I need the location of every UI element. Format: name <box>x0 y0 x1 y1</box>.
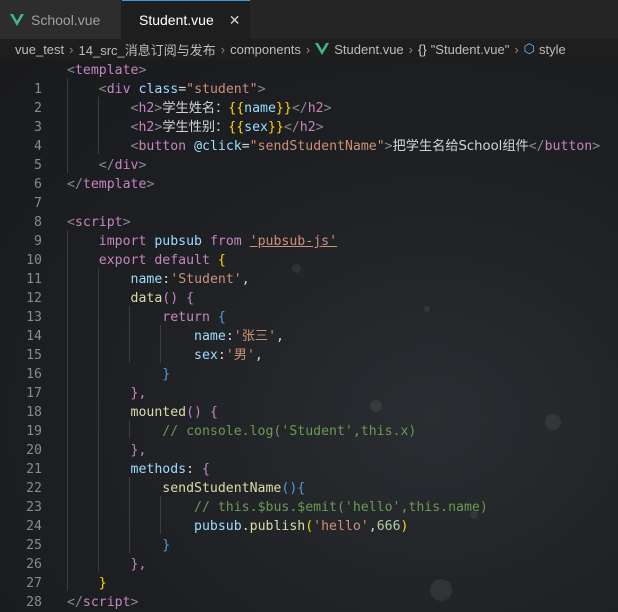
close-icon[interactable]: ✕ <box>229 12 241 29</box>
code-line: 15 name:'张三', <box>0 327 618 363</box>
code-line: 24 // this.$bus.$emit('hello',this.name) <box>0 498 618 534</box>
breadcrumb-item-folder[interactable]: vue_test <box>15 42 64 57</box>
breadcrumb-item-folder[interactable]: 14_src_消息订阅与发布 <box>79 40 216 59</box>
code-line: 12 name:'Student', <box>0 270 618 306</box>
vue-icon <box>10 13 24 26</box>
code-line: 28 } <box>0 574 618 610</box>
code-line: 5 <button @click="sendStudentName">把学生名给… <box>0 137 618 173</box>
code-line: 22 methods: { <box>0 460 618 496</box>
braces-icon: {} <box>418 41 427 57</box>
vue-icon <box>315 43 330 55</box>
code-line: 10 import pubsub from 'pubsub-js' <box>0 232 618 268</box>
code-editor[interactable]: 1 <template> 2 <div class="student"> 3 <… <box>0 59 618 612</box>
code-line: 9 <script> <box>0 213 618 249</box>
code-line: 21 }, <box>0 441 618 477</box>
code-line: 16 sex:'男', <box>0 346 618 382</box>
chevron-right-icon: › <box>408 41 413 57</box>
code-line: 1 <template> <box>0 61 618 97</box>
breadcrumb-item-folder[interactable]: components <box>230 42 301 57</box>
chevron-right-icon: › <box>305 41 311 57</box>
code-line: 2 <div class="student"> <box>0 80 618 116</box>
code-line: 23 sendStudentName(){ <box>0 479 618 515</box>
code-line: 26 } <box>0 536 618 572</box>
code-line: 17 } <box>0 365 618 401</box>
code-line: 8 <box>0 194 618 230</box>
chevron-right-icon: › <box>69 41 74 57</box>
code-line: 13 data() { <box>0 289 618 325</box>
breadcrumb-item-file[interactable]: Student.vue <box>334 42 403 57</box>
code-line: 19 mounted() { <box>0 403 618 439</box>
chevron-right-icon: › <box>220 41 226 57</box>
code-line: 6 </div> <box>0 156 618 192</box>
code-line: 3 <h2>学生姓名：{{name}}</h2> <box>0 99 618 135</box>
tab-label: Student.vue <box>139 12 214 28</box>
chevron-right-icon: › <box>514 41 519 57</box>
tab-school-vue[interactable]: School.vue <box>0 0 122 39</box>
editor-tab-bar: School.vue Student.vue ✕ <box>0 0 618 39</box>
code-line: 18 }, <box>0 384 618 420</box>
cube-icon: ⬡ <box>523 41 536 56</box>
code-line: 20 // console.log('Student',this.x) <box>0 422 618 458</box>
code-line: 7 </template> <box>0 175 618 211</box>
code-line: 11 export default { <box>0 251 618 287</box>
breadcrumb: vue_test › 14_src_消息订阅与发布 › components ›… <box>0 39 618 59</box>
code-line: 14 return { <box>0 308 618 344</box>
tab-student-vue[interactable]: Student.vue ✕ <box>122 0 250 39</box>
code-line: 27 }, <box>0 555 618 591</box>
code-line: 4 <h2>学生性别：{{sex}}</h2> <box>0 118 618 154</box>
code-line: 29 </script> <box>67 595 139 610</box>
breadcrumb-item-style[interactable]: style <box>539 42 566 57</box>
tab-label: School.vue <box>31 11 101 28</box>
code-line: 25 pubsub.publish('hello',666) <box>0 517 618 553</box>
breadcrumb-item-symbol[interactable]: "Student.vue" <box>431 42 510 57</box>
